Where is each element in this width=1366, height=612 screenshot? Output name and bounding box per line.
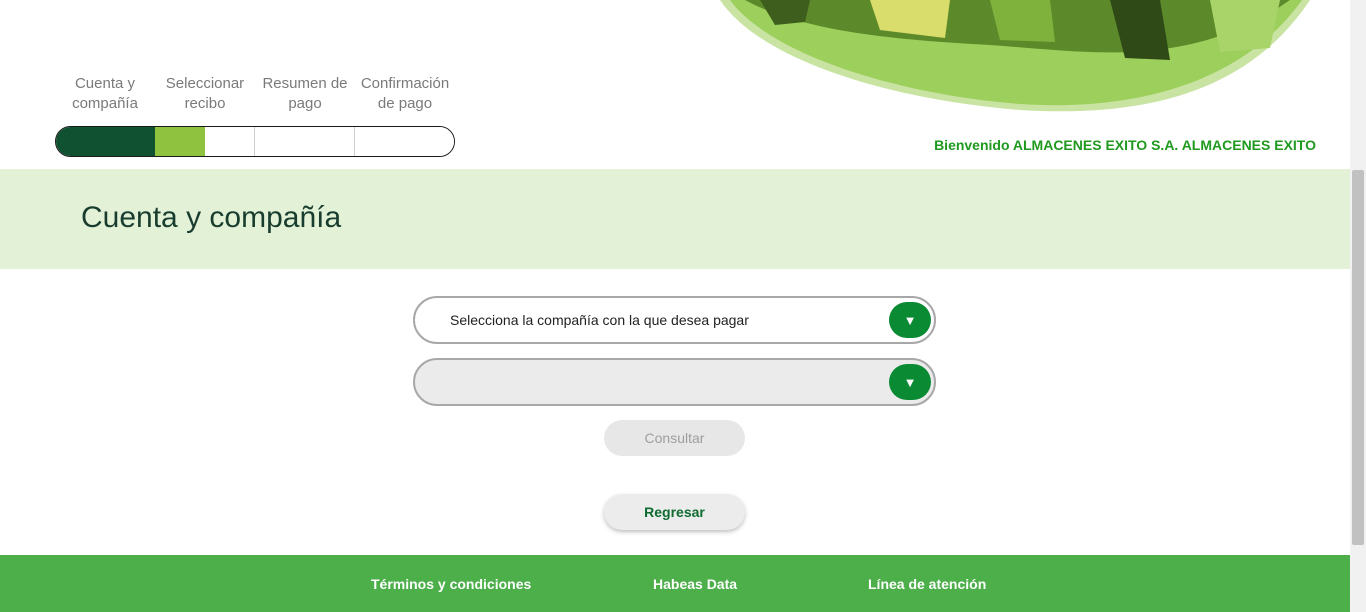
- footer-link-terms[interactable]: Términos y condiciones: [371, 576, 531, 592]
- vertical-scrollbar[interactable]: [1350, 0, 1366, 612]
- page-header: Cuenta y compañía Seleccionar recibo Res…: [0, 0, 1350, 169]
- welcome-message: Bienvenido ALMACENES EXITO S.A. ALMACENE…: [934, 137, 1316, 153]
- stepper-labels: Cuenta y compañía Seleccionar recibo Res…: [55, 74, 455, 118]
- back-button[interactable]: Regresar: [604, 494, 745, 530]
- secondary-select[interactable]: ▼: [413, 358, 936, 406]
- chevron-down-icon[interactable]: ▼: [889, 364, 931, 400]
- progress-segment: [255, 127, 355, 156]
- title-band: Cuenta y compañía: [0, 169, 1350, 269]
- consult-button[interactable]: Consultar: [604, 420, 745, 456]
- page-title: Cuenta y compañía: [81, 201, 342, 234]
- footer-link-support-line[interactable]: Línea de atención: [868, 576, 986, 592]
- stepper-progress-bar: [55, 126, 455, 157]
- progress-segment-active: [155, 127, 205, 156]
- step-label-select-receipt: Seleccionar recibo: [165, 75, 245, 112]
- footer-link-habeas-data[interactable]: Habeas Data: [653, 576, 737, 592]
- company-select-value: Selecciona la compañía con la que desea …: [450, 312, 749, 328]
- chevron-down-icon[interactable]: ▼: [889, 302, 931, 338]
- hero-banner-image: [720, 0, 1310, 112]
- progress-segment-done: [56, 127, 155, 156]
- step-label-payment-confirmation: Confirmación de pago: [360, 75, 450, 112]
- company-select[interactable]: Selecciona la compañía con la que desea …: [413, 296, 936, 344]
- progress-segment: [355, 127, 454, 156]
- progress-segment: [205, 127, 255, 156]
- scrollbar-thumb[interactable]: [1352, 170, 1364, 545]
- step-label-account: Cuenta y compañía: [72, 75, 138, 112]
- page-footer: Términos y condiciones Habeas Data Línea…: [0, 555, 1350, 612]
- step-label-payment-summary: Resumen de pago: [262, 75, 348, 112]
